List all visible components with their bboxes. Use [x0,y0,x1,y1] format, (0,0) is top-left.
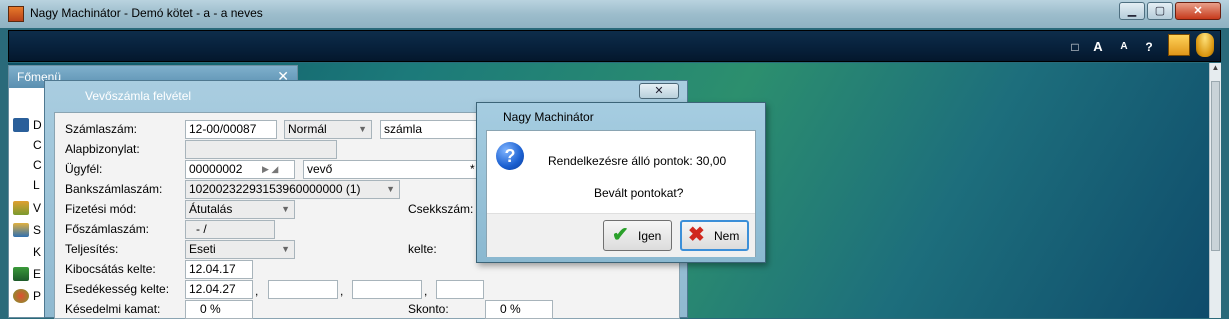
minimize-button[interactable]: ▁ [1119,2,1145,20]
chevron-down-icon: ▼ [386,184,395,194]
database-icon[interactable] [1196,33,1214,57]
no-button[interactable]: ✖ Nem [680,220,749,251]
chevron-down-icon: ▼ [281,244,290,254]
dialog-close-button[interactable]: ✕ [639,83,679,99]
bank-account-value: 10200232293153960000000 (1) [189,182,361,196]
chevron-down-icon: ▼ [358,124,367,134]
menu-item-label: C [33,138,42,152]
menu-item[interactable]: C [11,136,45,156]
customer-name-value: vevő [307,162,333,176]
late-interest-field[interactable]: 0 % [185,300,253,319]
menu-item[interactable]: D [11,116,45,136]
font-large-button[interactable]: A [1089,38,1107,56]
menu-item[interactable]: S [11,221,45,241]
question-icon: ? [496,142,524,170]
issue-date-field[interactable]: 12.04.17 [185,260,253,279]
invoice-type-value: Normál [288,122,327,136]
due-date-field-2[interactable] [268,280,338,299]
monitor-icon[interactable] [1168,34,1190,56]
menu-item-label: D [33,118,42,132]
separator-comma: , [340,284,344,298]
chart-icon [13,267,29,281]
menu-item-label: C [33,158,42,172]
window-mode-button[interactable]: □ [1066,38,1084,56]
due-date-field-3[interactable] [352,280,422,299]
confirm-dialog: Nagy Machinátor ? Rendelkezésre álló pon… [476,102,766,263]
menu-item-label: L [33,178,40,192]
scroll-thumb[interactable] [1211,81,1220,251]
payment-method-select[interactable]: Átutalás ▼ [185,200,295,219]
late-interest-label: Késedelmi kamat: [65,302,161,316]
customer-code-field[interactable]: 00000002 ▶ ◢ [185,160,295,179]
checkmark-icon: ✔ [612,224,629,246]
font-small-button[interactable]: A [1115,38,1133,56]
issue-date-label: Kibocsátás kelte: [65,262,156,276]
window-titlebar: Nagy Machinátor - Demó kötet - a - a nev… [0,0,1229,28]
main-invoice-field[interactable]: - / [185,220,275,239]
due-date-field[interactable]: 12.04.27 [185,280,253,299]
dialog-title: Vevőszámla felvétel [85,89,192,103]
confirm-dialog-body: ? Rendelkezésre álló pontok: 30,00 Bevál… [486,130,756,257]
payment-method-value: Átutalás [189,202,233,216]
yes-button-label: Igen [638,229,662,243]
main-invoice-label: Főszámlaszám: [65,222,150,236]
customer-label: Ügyfél: [65,162,103,176]
menu-item-label: V [33,201,42,215]
fulfillment-value: Eseti [189,242,216,256]
bank-account-select[interactable]: 10200232293153960000000 (1) ▼ [185,180,400,199]
menu-item[interactable]: K [11,243,45,263]
fulfillment-label: Teljesítés: [65,242,119,256]
separator-comma: , [255,284,259,298]
base-document-field[interactable] [185,140,337,159]
invoice-type-select[interactable]: Normál ▼ [284,120,372,139]
invoice-number-field[interactable]: 12-00/00087 [185,120,277,139]
menu-item[interactable]: P [11,287,45,307]
menu-item[interactable]: E [11,265,45,285]
fulfillment-select[interactable]: Eseti ▼ [185,240,295,259]
separator-comma: , [424,284,428,298]
customer-code-value: 00000002 [189,162,243,176]
vertical-scrollbar[interactable]: ▲ [1209,63,1221,318]
app-icon [8,6,24,22]
basket-icon [13,201,29,215]
bank-account-label: Bankszámlaszám: [65,182,163,196]
maximize-button[interactable]: ▢ [1147,2,1173,20]
discount-field[interactable]: 0 % [485,300,553,319]
invoice-kind-field[interactable]: számla [380,120,480,139]
check-number-label: Csekkszám: [408,202,474,216]
discount-label: Skonto: [408,302,449,316]
menu-item[interactable]: L [11,176,45,196]
menu-item-label: P [33,289,42,303]
payment-method-label: Fizetési mód: [65,202,137,216]
no-button-label: Nem [714,229,740,243]
store-icon [13,223,29,237]
top-toolbar: □ A A ? [8,30,1221,62]
redeem-question-text: Bevált pontokat? [594,186,684,200]
confirm-dialog-title: Nagy Machinátor [503,110,594,124]
arrow-right-icon: ▶ ◢ [262,164,279,174]
points-available-text: Rendelkezésre álló pontok: 30,00 [548,154,727,168]
close-button[interactable]: ✕ [1175,2,1221,20]
confirm-dialog-footer: ✔ Igen ✖ Nem [487,213,755,257]
folder-icon [13,118,29,132]
yes-button[interactable]: ✔ Igen [603,220,672,251]
window-title: Nagy Machinátor - Demó kötet - a - a nev… [30,6,263,20]
invoice-number-label: Számlaszám: [65,122,138,136]
due-date-field-4[interactable] [436,280,484,299]
required-marker: * [470,162,475,176]
date-label: kelte: [408,242,437,256]
customer-name-field[interactable]: vevő * [303,160,483,179]
base-document-label: Alapbizonylat: [65,142,140,156]
coins-icon [13,289,29,303]
menu-item-label: E [33,267,42,281]
menu-item-label: K [33,245,42,259]
chevron-down-icon: ▼ [281,204,290,214]
scroll-up-icon[interactable]: ▲ [1210,63,1221,77]
cross-icon: ✖ [688,224,705,246]
due-date-label: Esedékesség kelte: [65,282,170,296]
menu-item-label: S [33,223,42,237]
help-button[interactable]: ? [1140,38,1158,56]
menu-item[interactable]: C [11,156,45,176]
menu-item[interactable]: V [11,199,45,219]
